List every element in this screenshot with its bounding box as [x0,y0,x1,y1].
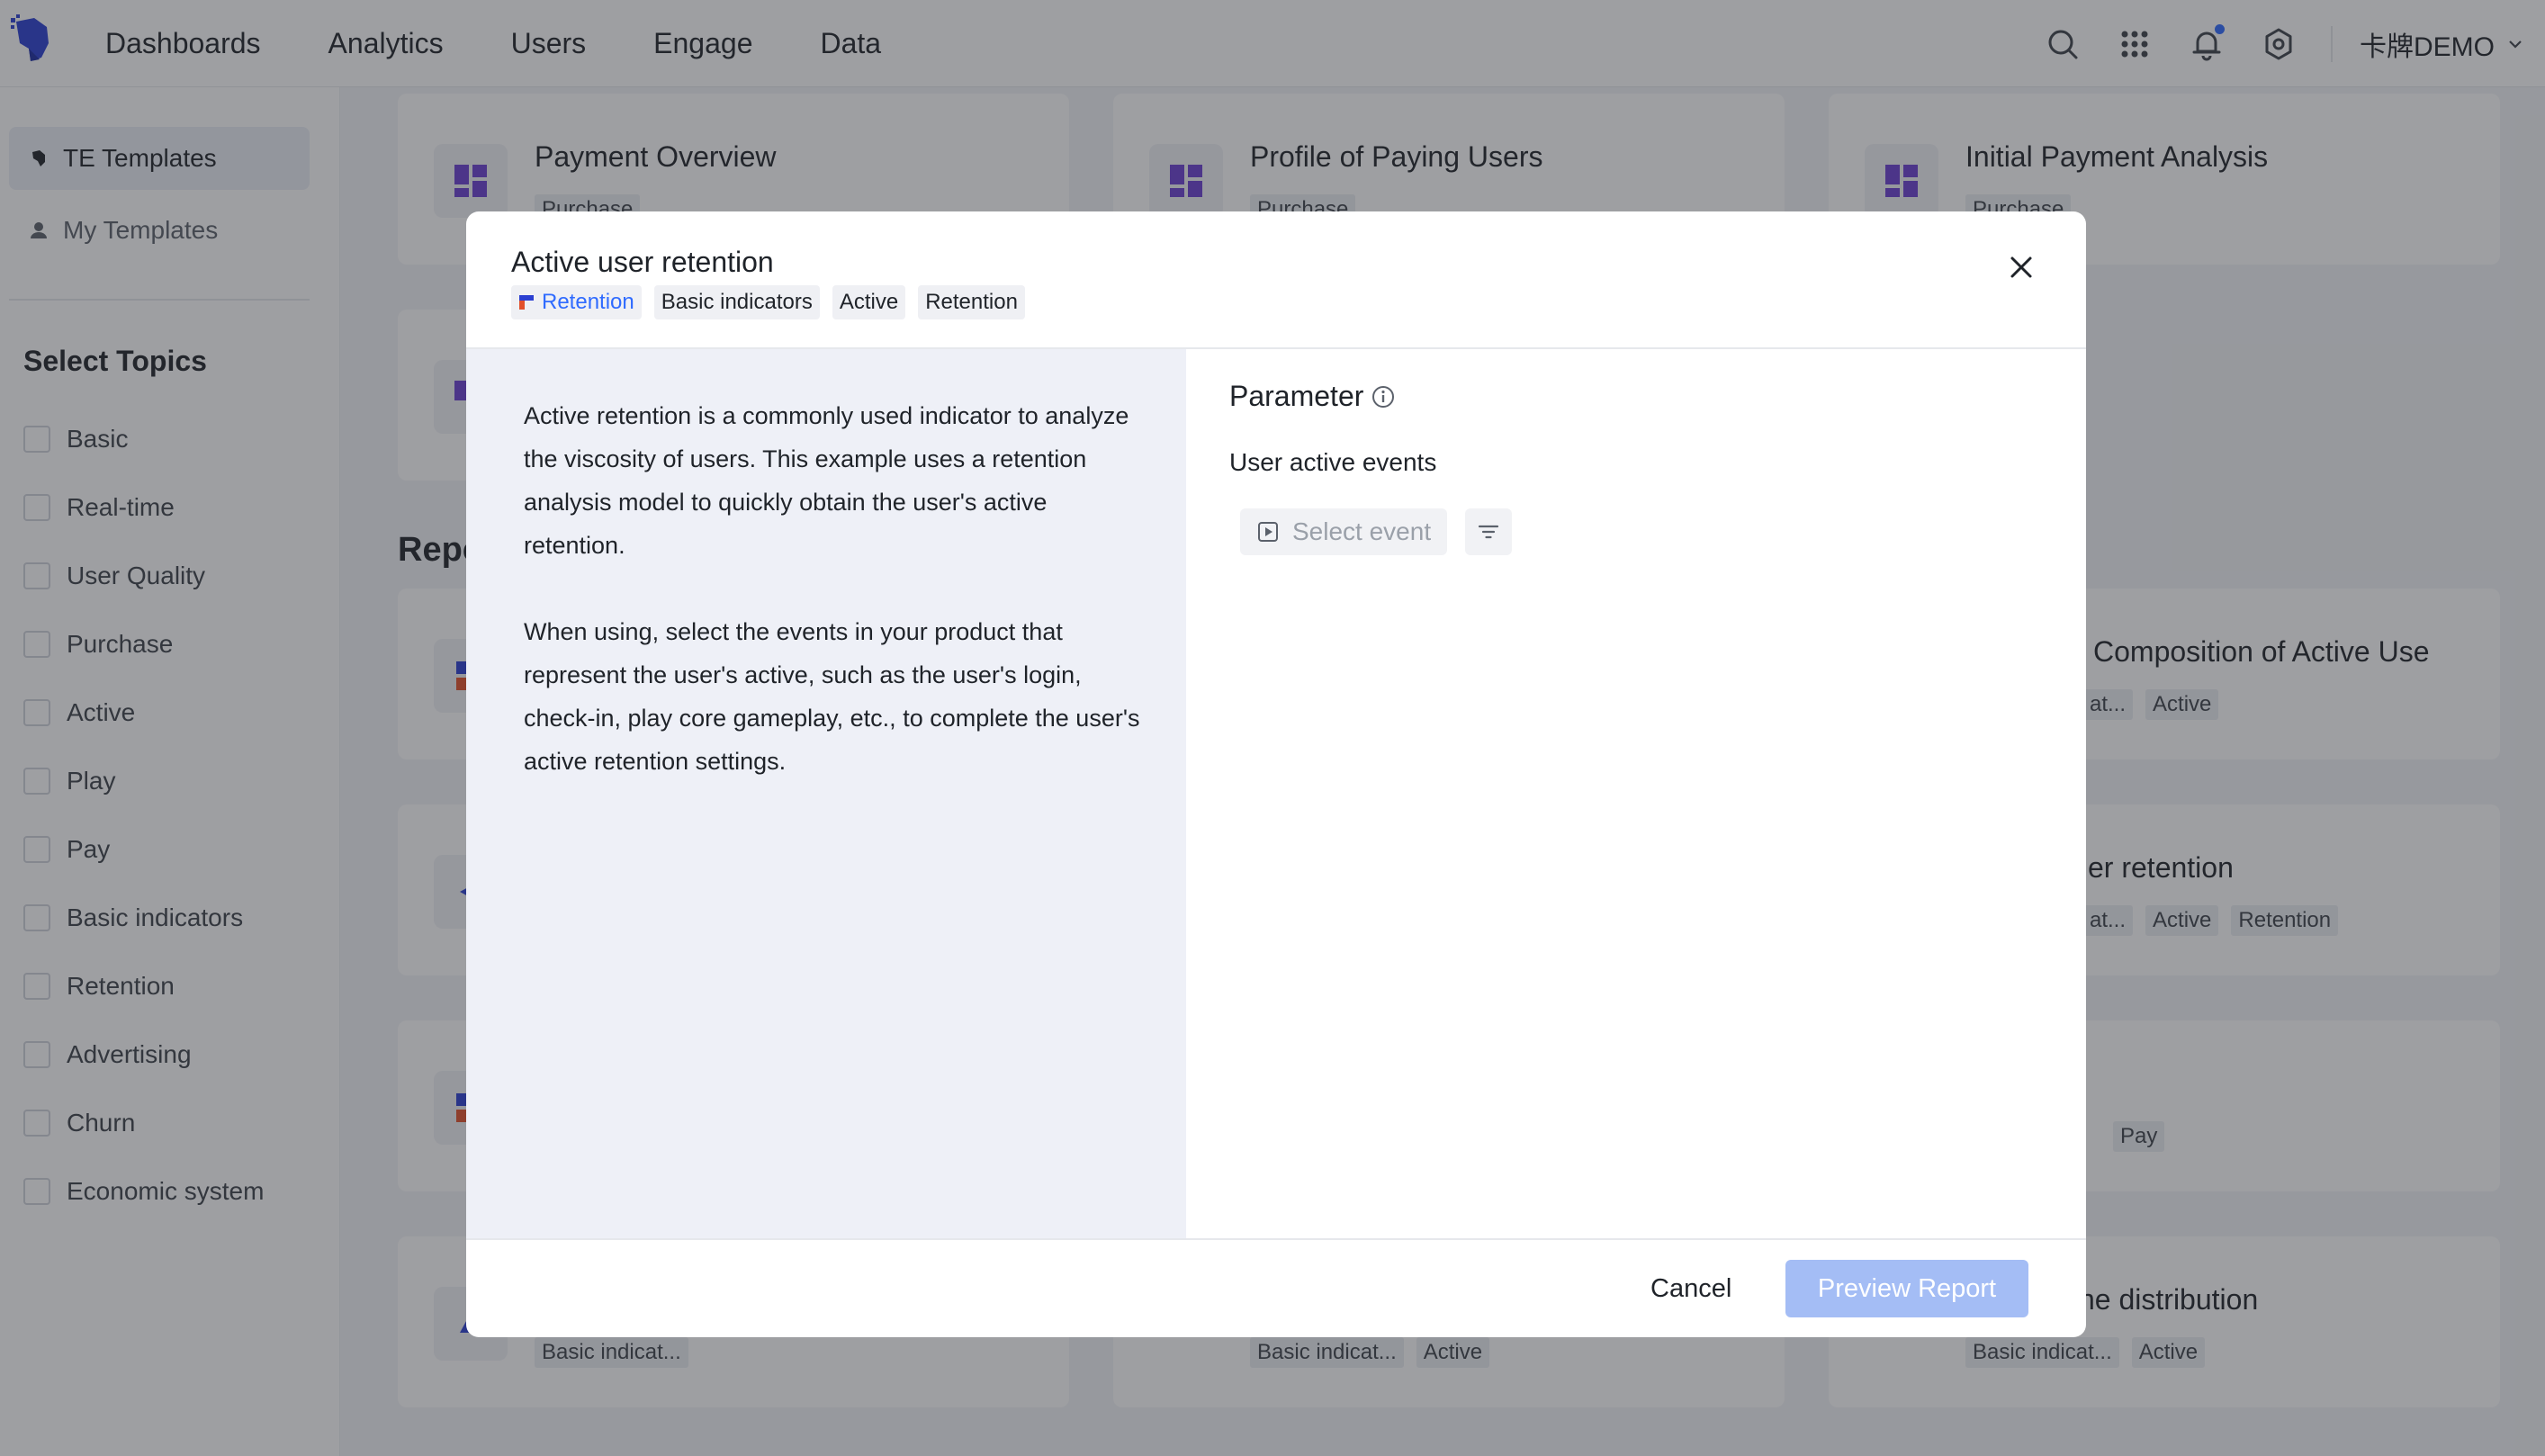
modal-tag-retention: Retention [918,285,1025,319]
template-detail-modal: Active user retention Retention Basic in… [466,211,2086,1337]
description-paragraph-2: When using, select the events in your pr… [524,618,1140,775]
filter-button[interactable] [1465,508,1512,555]
select-event-button[interactable]: Select event [1240,508,1448,555]
description-paragraph-1: Active retention is a commonly used indi… [524,402,1129,559]
modal-tags: Retention Basic indicators Active Retent… [511,285,1038,319]
user-active-events-label: User active events [1229,448,1437,476]
modal-footer-divider [466,1238,2086,1240]
parameter-title: Parameter [1229,380,1364,412]
event-icon [1258,522,1278,542]
retention-icon [519,295,534,310]
cancel-button[interactable]: Cancel [1634,1260,1748,1317]
filter-icon [1478,525,1499,539]
preview-report-button[interactable]: Preview Report [1785,1260,2028,1317]
modal-tag-active: Active [832,285,906,319]
modal-description: Active retention is a commonly used indi… [524,394,1145,783]
modal-tag-retention-primary: Retention [511,285,642,319]
parameter-heading: Parameter [1229,380,1396,413]
modal-tag-label: Retention [542,290,634,314]
modal-tag-basic-indicators: Basic indicators [653,285,820,319]
select-event-label: Select event [1292,517,1432,545]
modal-description-panel: Active retention is a commonly used indi… [466,349,1186,1238]
modal-title: Active user retention [511,246,774,278]
info-icon[interactable] [1371,384,1396,409]
modal-parameter-panel: Parameter User active events Select even… [1186,349,2086,1238]
close-icon[interactable] [2005,251,2037,283]
